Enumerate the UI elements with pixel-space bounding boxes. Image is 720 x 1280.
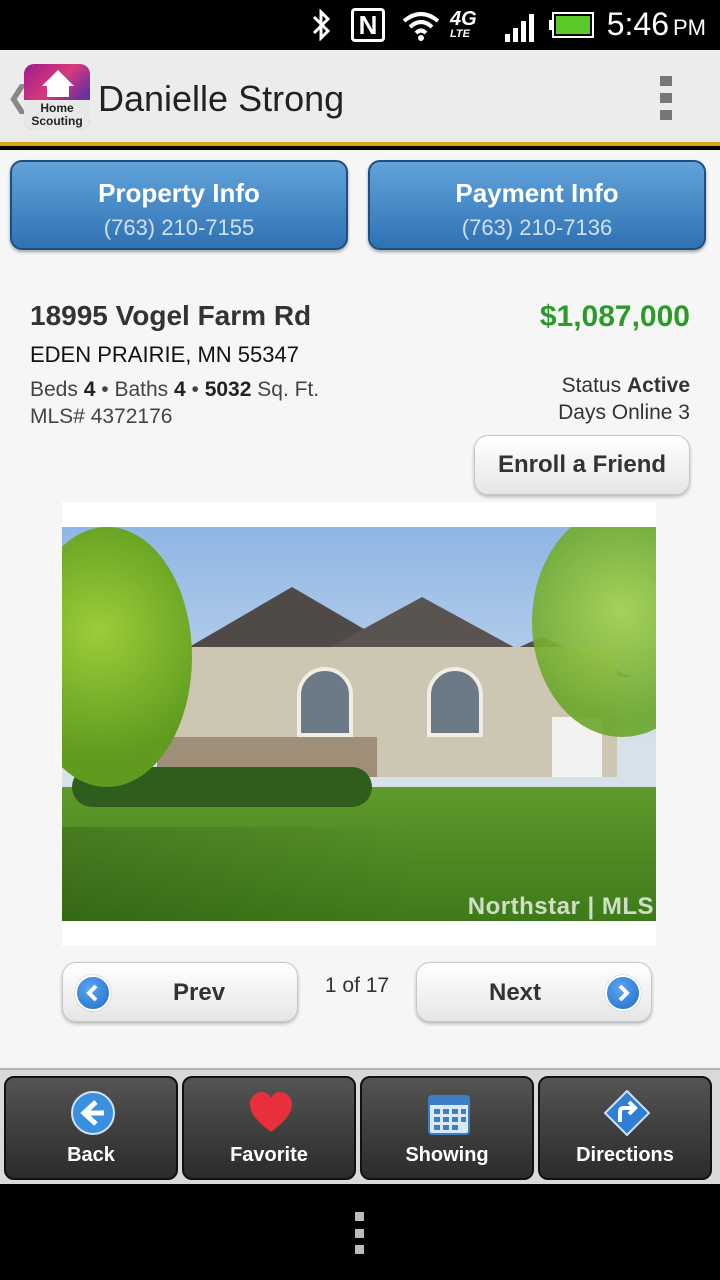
favorite-button[interactable]: Favorite [182, 1076, 356, 1180]
photo-window [297, 667, 353, 737]
next-photo-button[interactable]: Next [416, 962, 652, 1022]
showing-button[interactable]: Showing [360, 1076, 534, 1180]
property-photo[interactable]: Northstar | MLS [62, 527, 656, 921]
back-label: Back [67, 1144, 115, 1166]
logo-house-shape [47, 85, 69, 97]
menu-dot [660, 93, 672, 103]
clock: 5:46 PM [607, 6, 706, 43]
photo-frame: Northstar | MLS [62, 502, 656, 946]
system-menu-icon[interactable] [355, 1212, 365, 1254]
listing-specs: Beds 4 • Baths 4 • 5032 Sq. Ft. [30, 378, 320, 401]
back-button[interactable]: Back [4, 1076, 178, 1180]
status-label: Status [561, 374, 622, 397]
directions-label: Directions [576, 1144, 674, 1166]
next-label: Next [489, 979, 542, 1006]
status-value: Active [626, 374, 690, 397]
baths-label: Baths [114, 378, 169, 401]
payment-info-phone: (763) 210-7136 [461, 215, 613, 240]
sqft-value: 5032 [204, 378, 252, 401]
prev-arrow-icon [75, 975, 111, 1011]
heart-icon [248, 1090, 294, 1136]
bottom-toolbar: Back Favorite Showing Directions [0, 1068, 720, 1184]
mls-number: MLS# 4372176 [30, 405, 173, 428]
directions-icon [603, 1089, 651, 1137]
nfc-icon: N [349, 8, 387, 42]
menu-dot [660, 76, 672, 86]
wifi-icon [400, 8, 442, 42]
signal-icon [502, 8, 538, 42]
back-arrow-icon [70, 1090, 116, 1136]
days-online: Days Online 3 [558, 401, 690, 424]
listing-detail: Property Info (763) 210-7155 Payment Inf… [0, 150, 720, 1068]
photo-counter: 1 of 17 [324, 974, 390, 997]
calendar-icon [426, 1090, 472, 1136]
listing-price: $1,087,000 [539, 300, 690, 333]
listing-status: Status Active [562, 374, 690, 398]
photo-window [427, 667, 483, 737]
payment-info-label: Payment Info [455, 178, 619, 208]
next-arrow-icon [605, 975, 641, 1011]
battery-icon [548, 8, 596, 42]
network-label: 4G [450, 8, 477, 30]
enroll-friend-button[interactable]: Enroll a Friend [474, 435, 690, 495]
bluetooth-icon [306, 8, 336, 42]
logo-roof-shape [42, 70, 74, 86]
network-sub-label: LTE [450, 28, 470, 40]
clock-ampm: PM [673, 15, 706, 40]
menu-dot [660, 110, 672, 120]
menu-dot [355, 1245, 364, 1254]
action-bar: ❮ Home Scouting Danielle Strong [0, 50, 720, 146]
property-info-button[interactable]: Property Info (763) 210-7155 [10, 160, 348, 250]
system-nav-bar [0, 1184, 720, 1280]
property-info-label: Property Info [98, 178, 260, 208]
listing-address: 18995 Vogel Farm Rd [30, 300, 312, 331]
directions-button[interactable]: Directions [538, 1076, 712, 1180]
prev-label: Prev [173, 979, 226, 1006]
property-info-phone: (763) 210-7155 [103, 215, 255, 240]
home-scouting-logo[interactable]: Home Scouting [24, 64, 90, 130]
beds-value: 4 [83, 378, 96, 401]
prev-photo-button[interactable]: Prev [62, 962, 298, 1022]
showing-label: Showing [405, 1144, 489, 1166]
menu-dot [355, 1228, 364, 1238]
lte-icon: 4G LTE [450, 8, 490, 42]
beds-label: Beds [30, 378, 78, 401]
clock-time: 5:46 [606, 6, 669, 42]
northstar-mls-watermark: Northstar | MLS [467, 893, 654, 920]
menu-dot [355, 1212, 364, 1221]
logo-label: Home Scouting [24, 100, 90, 130]
payment-info-button[interactable]: Payment Info (763) 210-7136 [368, 160, 706, 250]
favorite-label: Favorite [230, 1144, 308, 1166]
logo-line-2: Scouting [31, 114, 83, 128]
baths-value: 4 [173, 378, 186, 401]
page-title: Danielle Strong [98, 78, 345, 119]
overflow-menu-icon[interactable] [660, 76, 672, 120]
nfc-label: N [351, 8, 385, 42]
sqft-label: Sq. Ft. [257, 378, 320, 401]
status-bar: N 4G LTE 5:46 PM [0, 0, 720, 50]
listing-city: EDEN PRAIRIE, MN 55347 [30, 342, 299, 367]
